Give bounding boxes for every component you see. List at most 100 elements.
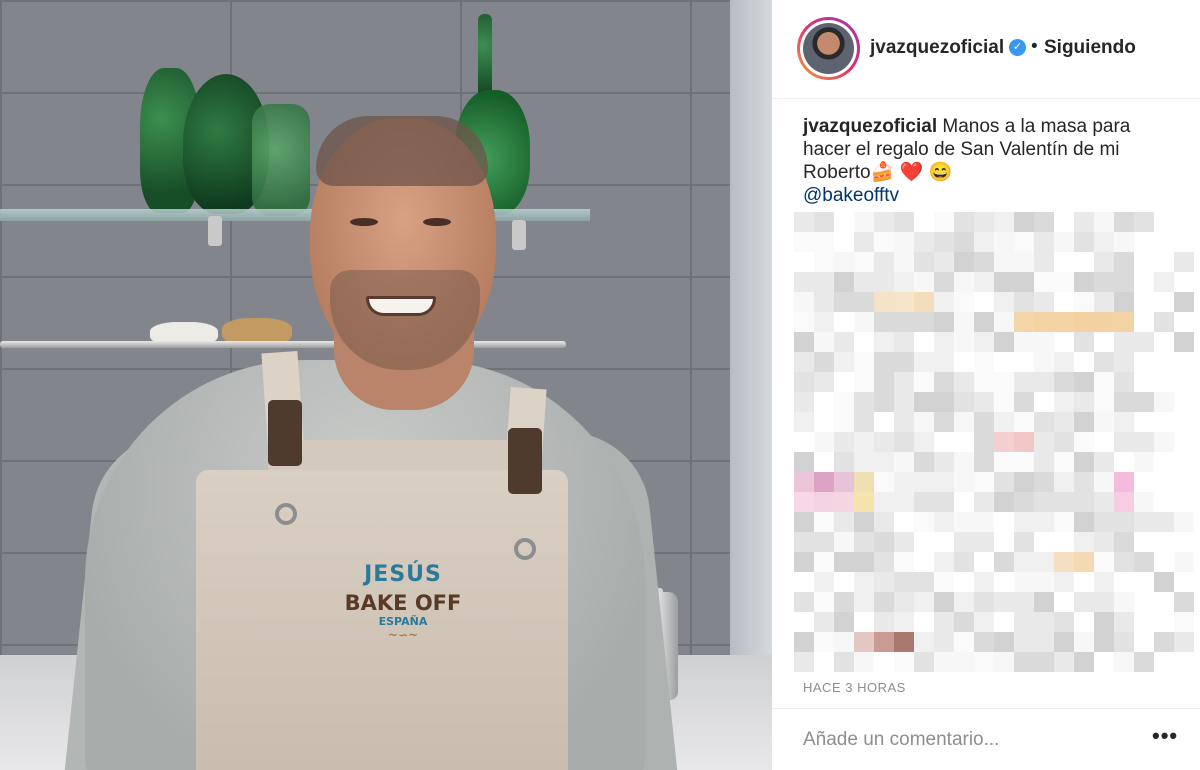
username-link[interactable]: jvazquezoficial	[870, 37, 1004, 59]
blur-pixel	[1034, 332, 1054, 352]
blur-pixel	[1154, 372, 1174, 392]
blur-pixel	[794, 532, 814, 552]
blur-pixel	[1174, 292, 1194, 312]
blur-pixel	[1054, 332, 1074, 352]
blur-pixel	[1134, 292, 1154, 312]
blur-pixel	[1054, 492, 1074, 512]
caption-username-link[interactable]: jvazquezoficial	[803, 116, 937, 137]
blur-pixel	[1034, 612, 1054, 632]
blur-pixel	[974, 632, 994, 652]
blur-pixel	[874, 652, 894, 672]
post-header: jvazquezoficial ✓ • Siguiendo	[772, 0, 1200, 99]
blur-pixel	[874, 532, 894, 552]
blur-pixel	[954, 232, 974, 252]
blur-pixel	[894, 352, 914, 372]
blur-pixel	[854, 332, 874, 352]
blur-pixel	[1094, 312, 1114, 332]
blur-pixel	[1014, 292, 1034, 312]
more-options-icon[interactable]: •••	[1152, 723, 1178, 749]
blur-pixel	[854, 272, 874, 292]
blur-pixel	[894, 412, 914, 432]
blur-pixel	[1094, 532, 1114, 552]
blur-pixel	[1114, 452, 1134, 472]
blur-pixel	[954, 652, 974, 672]
avatar[interactable]	[803, 23, 854, 74]
blur-pixel	[1134, 572, 1154, 592]
blur-pixel	[834, 292, 854, 312]
blur-pixel	[1174, 572, 1194, 592]
blur-pixel	[794, 252, 814, 272]
blur-pixel	[1154, 552, 1174, 572]
blur-pixel	[814, 252, 834, 272]
blur-pixel	[1034, 592, 1054, 612]
blur-pixel	[974, 412, 994, 432]
blur-pixel	[1134, 652, 1154, 672]
blur-pixel	[854, 532, 874, 552]
apron-logo: JESÚS BAKE OFF ESPAÑA ~∽~	[338, 562, 468, 662]
blur-pixel	[1134, 272, 1154, 292]
post-photo[interactable]: JESÚS BAKE OFF ESPAÑA ~∽~	[0, 0, 772, 770]
comment-input[interactable]	[803, 729, 1123, 751]
blur-pixel	[934, 552, 954, 572]
apron-logo-title: BAKE OFF	[344, 591, 462, 615]
blur-pixel	[814, 592, 834, 612]
blur-pixel	[934, 492, 954, 512]
blur-pixel	[1134, 592, 1154, 612]
blur-pixel	[834, 652, 854, 672]
blur-pixel	[794, 352, 814, 372]
blur-pixel	[794, 372, 814, 392]
blur-pixel	[1094, 292, 1114, 312]
blur-pixel	[1074, 492, 1094, 512]
blur-pixel	[914, 612, 934, 632]
following-button[interactable]: Siguiendo	[1044, 37, 1136, 59]
blur-pixel	[934, 332, 954, 352]
blur-pixel	[1114, 312, 1134, 332]
blur-pixel	[1174, 212, 1194, 232]
blur-pixel	[1114, 552, 1134, 572]
blur-pixel	[814, 552, 834, 572]
blur-pixel	[1014, 512, 1034, 532]
blur-pixel	[1014, 452, 1034, 472]
blur-pixel	[994, 372, 1014, 392]
blur-pixel	[914, 452, 934, 472]
blur-pixel	[1154, 432, 1174, 452]
blur-pixel	[954, 332, 974, 352]
blur-pixel	[1174, 372, 1194, 392]
blur-pixel	[974, 332, 994, 352]
blur-pixel	[1114, 472, 1134, 492]
story-ring[interactable]	[797, 17, 860, 80]
blur-pixel	[874, 612, 894, 632]
blur-pixel	[1074, 432, 1094, 452]
blur-pixel	[914, 632, 934, 652]
blur-pixel	[874, 512, 894, 532]
blur-pixel	[834, 552, 854, 572]
blur-pixel	[794, 312, 814, 332]
blur-pixel	[814, 452, 834, 472]
blur-pixel	[1114, 532, 1134, 552]
blur-pixel	[1134, 492, 1154, 512]
blur-pixel	[974, 652, 994, 672]
mention-link[interactable]: @bakeofftv	[803, 184, 1173, 207]
blur-pixel	[794, 492, 814, 512]
blur-pixel	[834, 352, 854, 372]
blur-pixel	[1014, 592, 1034, 612]
blur-pixel	[1034, 512, 1054, 532]
blur-pixel	[854, 412, 874, 432]
blur-pixel	[1154, 292, 1174, 312]
blur-pixel	[954, 352, 974, 372]
blur-pixel	[1134, 252, 1154, 272]
blur-pixel	[974, 612, 994, 632]
blur-pixel	[1094, 492, 1114, 512]
blur-pixel	[894, 232, 914, 252]
blur-pixel	[1014, 632, 1034, 652]
blur-pixel	[894, 332, 914, 352]
blur-pixel	[834, 572, 854, 592]
separator-dot: •	[1031, 36, 1038, 57]
blur-pixel	[974, 472, 994, 492]
blur-pixel	[914, 272, 934, 292]
blur-pixel	[794, 612, 814, 632]
blur-pixel	[914, 412, 934, 432]
eye	[423, 218, 451, 226]
post-timestamp[interactable]: HACE 3 HORAS	[803, 680, 906, 695]
blur-pixel	[834, 372, 854, 392]
